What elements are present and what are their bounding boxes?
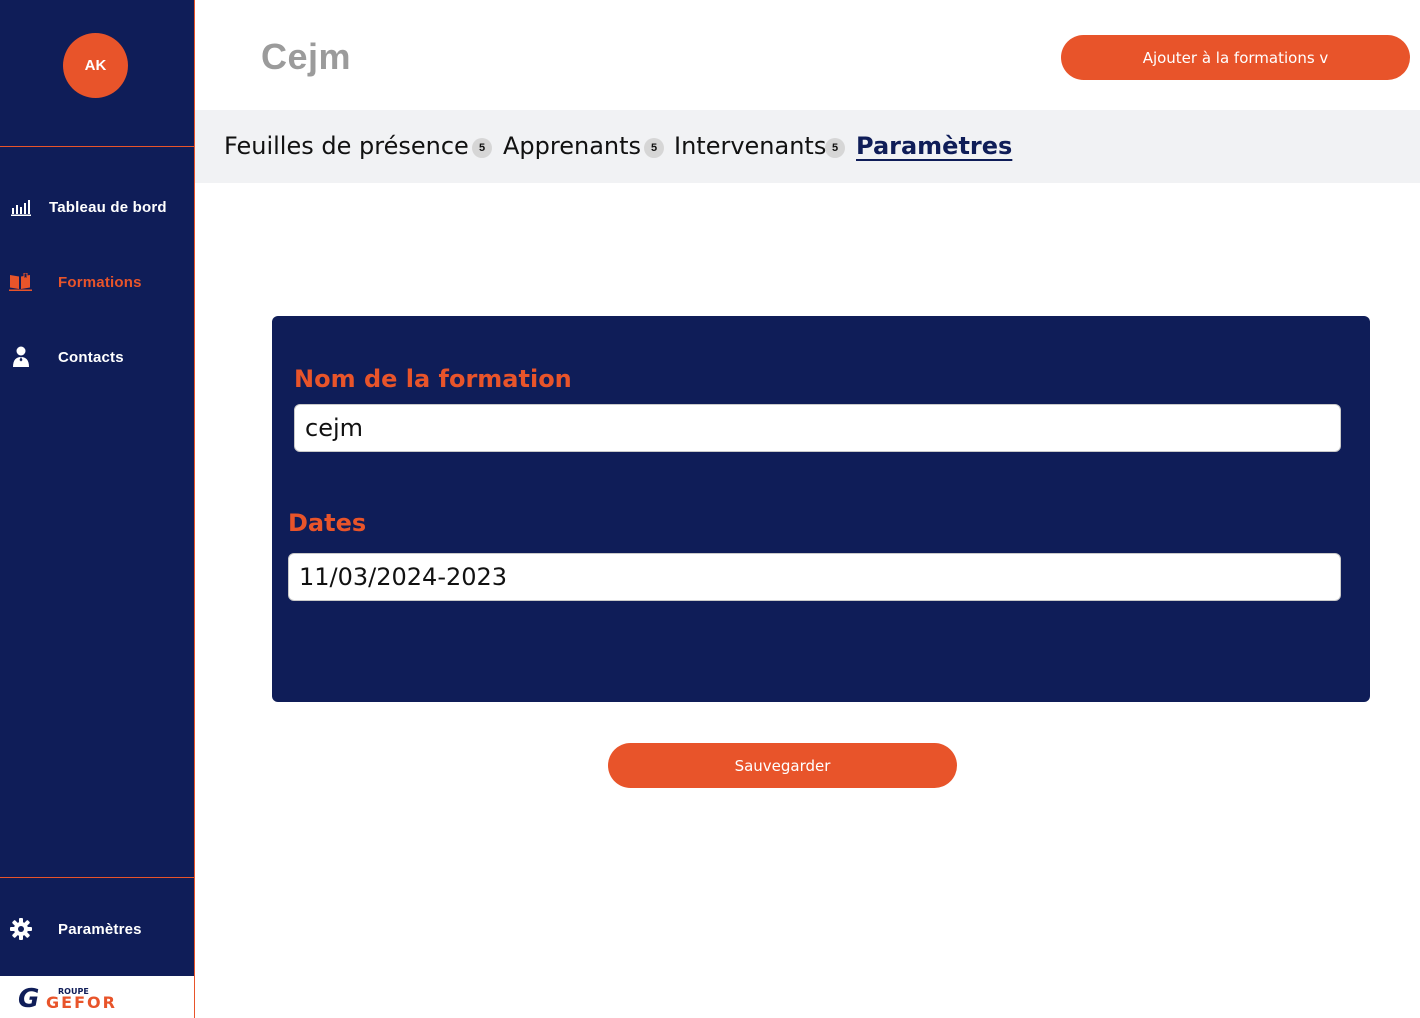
sidebar-item-label: Paramètres	[58, 920, 142, 938]
formation-name-input[interactable]	[294, 404, 1341, 452]
tab-intervenants[interactable]: Intervenants	[674, 132, 826, 160]
svg-text:G: G	[18, 984, 39, 1011]
formation-settings-card: Nom de la formation Dates	[272, 316, 1370, 702]
user-icon	[9, 345, 33, 369]
sidebar-item-label: Contacts	[58, 348, 124, 366]
company-logo[interactable]: G ROUPE GEFOR	[0, 976, 194, 1018]
sidebar-item-settings[interactable]: Paramètres	[0, 909, 194, 949]
sidebar-item-label: Tableau de bord	[49, 198, 167, 216]
sidebar-item-dashboard[interactable]: Tableau de bord	[0, 187, 194, 227]
tab-parametres[interactable]: Paramètres	[856, 132, 1012, 160]
tab-count-badge: 5	[825, 138, 845, 158]
user-avatar[interactable]: AK	[63, 33, 128, 98]
formation-name-label: Nom de la formation	[294, 365, 572, 393]
tab-count-badge: 5	[472, 138, 492, 158]
tab-apprenants[interactable]: Apprenants	[503, 132, 641, 160]
save-button[interactable]: Sauvegarder	[608, 743, 957, 788]
add-to-formation-button[interactable]: Ajouter à la formations v	[1061, 35, 1410, 80]
avatar-initials: AK	[84, 57, 107, 74]
gefor-logo: G ROUPE GEFOR	[18, 984, 117, 1011]
tab-feuilles-de-presence[interactable]: Feuilles de présence	[224, 132, 469, 160]
dates-label: Dates	[288, 509, 367, 537]
tabs-bar: Feuilles de présence 5 Apprenants 5 Inte…	[195, 110, 1420, 183]
app-root: AK Tableau de bord Formations Contacts P…	[0, 0, 1420, 1018]
dates-input[interactable]	[288, 553, 1341, 601]
sidebar-divider-bottom	[0, 877, 194, 878]
book-icon	[9, 270, 33, 294]
sidebar-item-contacts[interactable]: Contacts	[0, 337, 194, 377]
page-title: Cejm	[261, 36, 352, 77]
svg-text:GEFOR: GEFOR	[46, 993, 117, 1011]
gear-icon	[9, 917, 33, 941]
sidebar-divider-top	[0, 146, 194, 147]
tab-count-badge: 5	[644, 138, 664, 158]
bar-chart-icon	[9, 195, 33, 219]
sidebar-item-label: Formations	[58, 273, 142, 291]
sidebar-item-formations[interactable]: Formations	[0, 262, 194, 302]
sidebar: AK Tableau de bord Formations Contacts P…	[0, 0, 195, 1018]
